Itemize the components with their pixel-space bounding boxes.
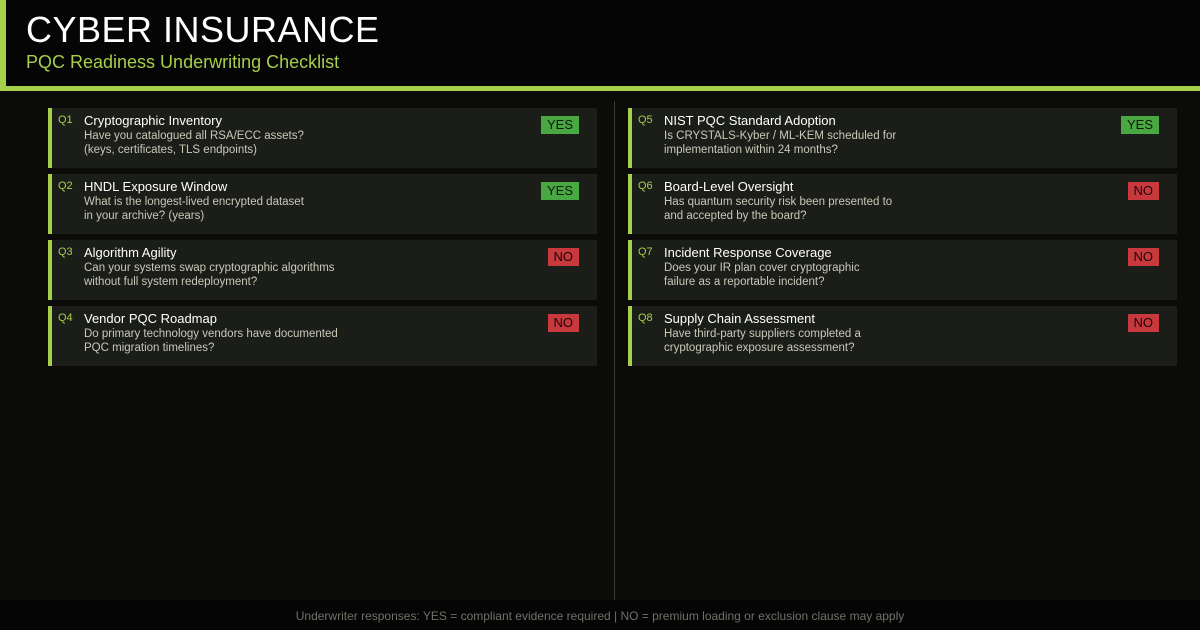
question-description: Has quantum security risk been presented… [664, 196, 893, 222]
answer-badge-no: NO [1127, 314, 1159, 332]
header-banner: CYBER INSURANCE PQC Readiness Underwriti… [0, 0, 1200, 86]
header-accent-rule [0, 86, 1200, 91]
question-title: Board-Level Oversight [664, 179, 794, 194]
checklist-item: Q2 HNDL Exposure Window What is the long… [48, 174, 597, 234]
checklist-item: Q3 Algorithm Agility Can your systems sw… [48, 240, 597, 300]
question-description: What is the longest-lived encrypted data… [84, 196, 304, 222]
question-number: Q8 [638, 312, 653, 324]
answer-badge-no: NO [1127, 248, 1159, 266]
checklist-item: Q5 NIST PQC Standard Adoption Is CRYSTAL… [628, 108, 1177, 168]
checklist-item: Q4 Vendor PQC Roadmap Do primary technol… [48, 306, 597, 366]
footer-legend: Underwriter responses: YES = compliant e… [295, 609, 905, 623]
question-number: Q2 [58, 180, 73, 192]
question-title: Vendor PQC Roadmap [84, 311, 217, 326]
answer-badge-yes: YES [540, 182, 579, 200]
question-number: Q1 [58, 114, 73, 126]
answer-badge-yes: YES [1120, 116, 1159, 134]
question-description: Does your IR plan cover cryptographic fa… [664, 262, 860, 288]
question-title: Incident Response Coverage [664, 245, 832, 260]
question-description: Do primary technology vendors have docum… [84, 328, 338, 354]
page-subtitle: PQC Readiness Underwriting Checklist [26, 52, 340, 72]
checklist-column-left: Q1 Cryptographic Inventory Have you cata… [48, 108, 597, 372]
column-divider [614, 101, 615, 600]
question-description: Have you catalogued all RSA/ECC assets? … [84, 130, 304, 156]
checklist-item: Q8 Supply Chain Assessment Have third-pa… [628, 306, 1177, 366]
question-title: HNDL Exposure Window [84, 179, 228, 194]
question-description: Have third-party suppliers completed a c… [664, 328, 861, 354]
answer-badge-no: NO [1127, 182, 1159, 200]
question-title: Algorithm Agility [84, 245, 177, 260]
question-number: Q7 [638, 246, 653, 258]
answer-badge-no: NO [547, 314, 579, 332]
question-title: NIST PQC Standard Adoption [664, 113, 836, 128]
checklist-item: Q7 Incident Response Coverage Does your … [628, 240, 1177, 300]
question-number: Q3 [58, 246, 73, 258]
question-number: Q5 [638, 114, 653, 126]
question-description: Can your systems swap cryptographic algo… [84, 262, 335, 288]
question-description: Is CRYSTALS-Kyber / ML-KEM scheduled for… [664, 130, 897, 156]
checklist-item: Q1 Cryptographic Inventory Have you cata… [48, 108, 597, 168]
page-title: CYBER INSURANCE [26, 9, 380, 50]
question-title: Supply Chain Assessment [664, 311, 816, 326]
checklist-column-right: Q5 NIST PQC Standard Adoption Is CRYSTAL… [628, 108, 1177, 372]
answer-badge-no: NO [547, 248, 579, 266]
question-title: Cryptographic Inventory [84, 113, 223, 128]
answer-badge-yes: YES [540, 116, 579, 134]
footer-bar: Underwriter responses: YES = compliant e… [0, 600, 1200, 630]
question-number: Q4 [58, 312, 73, 324]
question-number: Q6 [638, 180, 653, 192]
checklist-item: Q6 Board-Level Oversight Has quantum sec… [628, 174, 1177, 234]
